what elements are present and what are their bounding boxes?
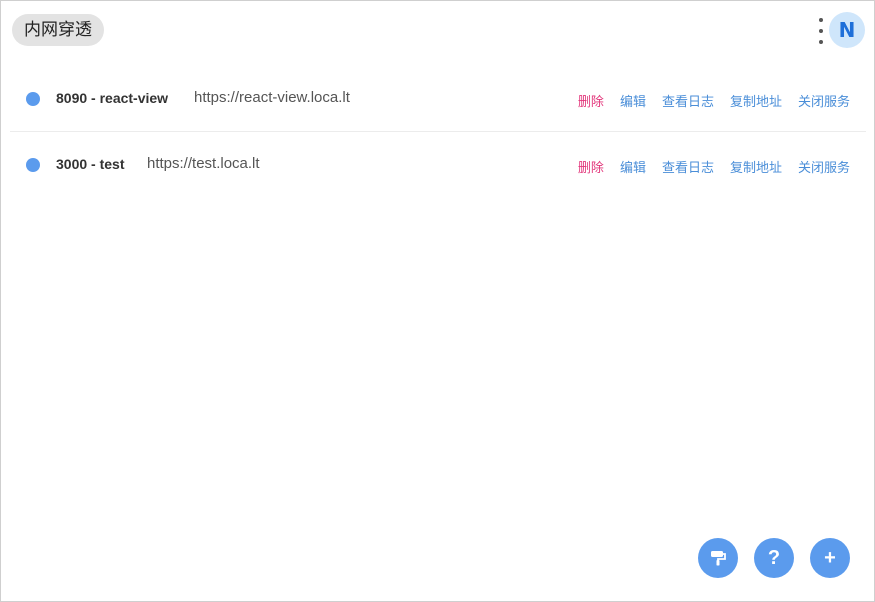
list-item: 8090 - react-view https://react-view.loc… xyxy=(10,66,866,132)
service-url: https://react-view.loca.lt xyxy=(194,89,350,106)
delete-button[interactable]: 删除 xyxy=(578,157,604,176)
action-group: 删除 编辑 查看日志 复制地址 关闭服务 xyxy=(578,157,850,176)
service-name: 3000 - test xyxy=(56,156,125,172)
theme-button[interactable] xyxy=(698,538,738,578)
edit-button[interactable]: 编辑 xyxy=(620,91,646,110)
help-button[interactable]: ? xyxy=(754,538,794,578)
copy-address-button[interactable]: 复制地址 xyxy=(730,91,782,110)
paint-roller-icon xyxy=(711,551,726,566)
list-item: 3000 - test https://test.loca.lt 删除 编辑 查… xyxy=(10,132,866,197)
page-title: 内网穿透 xyxy=(12,14,104,46)
app-window: 内网穿透 N 8090 - react-view https://react-v… xyxy=(0,0,875,602)
service-list: 8090 - react-view https://react-view.loc… xyxy=(10,66,866,197)
avatar[interactable]: N xyxy=(829,12,865,48)
service-url: https://test.loca.lt xyxy=(147,155,260,172)
action-group: 删除 编辑 查看日志 复制地址 关闭服务 xyxy=(578,91,850,110)
stop-service-button[interactable]: 关闭服务 xyxy=(798,91,850,110)
view-logs-button[interactable]: 查看日志 xyxy=(662,157,714,176)
more-menu-icon[interactable] xyxy=(815,18,827,44)
stop-service-button[interactable]: 关闭服务 xyxy=(798,157,850,176)
add-button[interactable]: + xyxy=(810,538,850,578)
delete-button[interactable]: 删除 xyxy=(578,91,604,110)
edit-button[interactable]: 编辑 xyxy=(620,157,646,176)
copy-address-button[interactable]: 复制地址 xyxy=(730,157,782,176)
service-name: 8090 - react-view xyxy=(56,90,169,106)
view-logs-button[interactable]: 查看日志 xyxy=(662,91,714,110)
status-dot-icon xyxy=(26,158,40,172)
status-dot-icon xyxy=(26,92,40,106)
